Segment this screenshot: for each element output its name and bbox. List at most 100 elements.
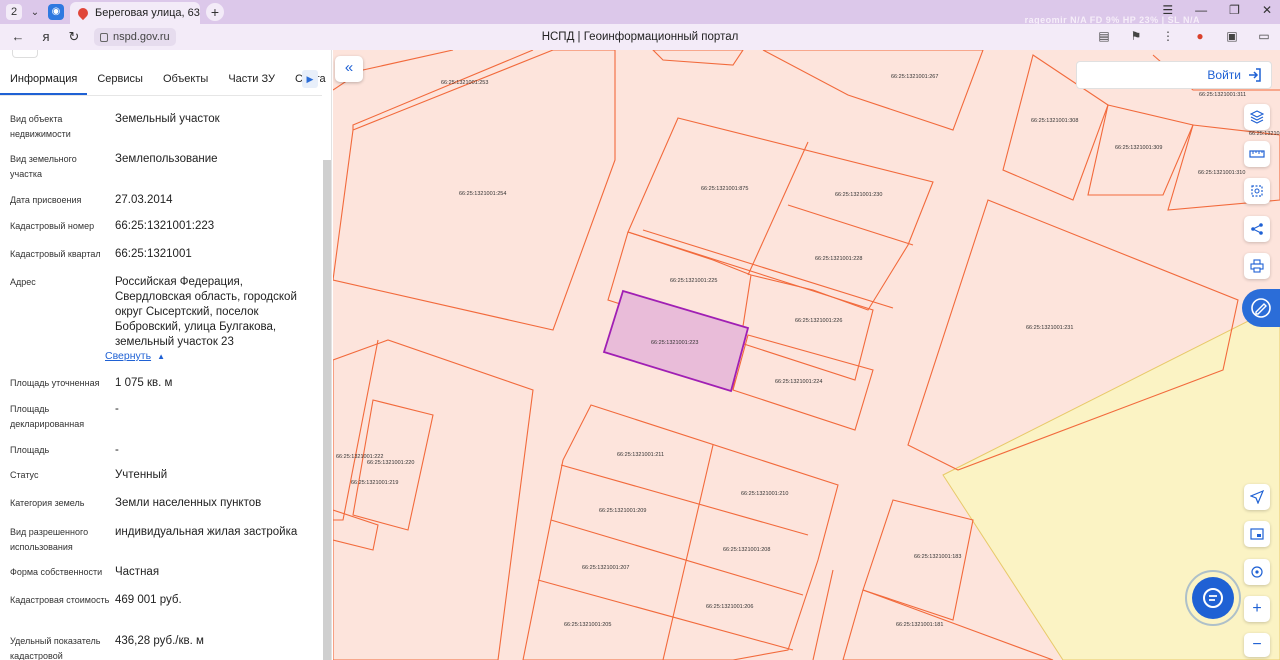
back-icon[interactable]: ← [8, 27, 28, 47]
sidebar-toggle-icon[interactable]: ▭ [1256, 28, 1272, 44]
field-label: Форма собственности [10, 567, 103, 577]
parcel-layer[interactable]: 66:25:1321001:253 66:25:1321001:267 66:2… [333, 50, 1280, 660]
url-text: nspd.gov.ru [113, 31, 170, 43]
parcel-outline[interactable] [662, 444, 714, 660]
close-icon[interactable]: ✕ [1262, 3, 1272, 17]
yandex-icon[interactable]: я [36, 27, 56, 47]
select-area-icon [1251, 185, 1263, 197]
menu-icon[interactable]: ☰ [1162, 3, 1173, 17]
parcel-outline[interactable] [352, 50, 534, 130]
chat-icon [1203, 588, 1223, 608]
minimap-button[interactable] [1244, 521, 1270, 547]
parcel-outline[interactable] [333, 50, 616, 331]
parcel-label: 66:25:1321001:309 [1115, 145, 1162, 151]
panel-tabs: Информация Сервисы Объекты Части ЗУ Сост… [0, 64, 326, 96]
draw-tool-button[interactable] [1242, 289, 1280, 327]
parcel-label: 66:25:1321001:230 [835, 192, 882, 198]
parcel-label: 66:25:1321001:208 [723, 547, 770, 553]
field-label: Вид объекта недвижимости [10, 114, 71, 139]
yandex-tab-icon[interactable]: ◉ [48, 4, 64, 20]
collapse-link-label: Свернуть [105, 350, 152, 362]
parcel-outline[interactable] [550, 519, 804, 596]
new-tab-button[interactable]: + [206, 3, 224, 21]
collapse-panel-button[interactable]: « [335, 56, 363, 82]
page-title: НСПД | Геоинформационный портал [541, 31, 739, 43]
chat-bubble [1192, 577, 1234, 619]
parcel-outline[interactable] [787, 204, 914, 246]
zoom-out-button[interactable]: − [1244, 633, 1270, 657]
reload-icon[interactable]: ↻ [64, 27, 84, 47]
bookmark-icon[interactable]: ⚑ [1128, 28, 1144, 44]
browser-tab-active[interactable]: Береговая улица, 63 — Я [70, 2, 200, 24]
address-bar-actions: ▤ ⚑ ⋮ ● ▣ ▭ [1096, 28, 1272, 44]
parcel-label: 66:25:1321001:220 [367, 460, 414, 466]
parcel-outline[interactable] [812, 569, 834, 660]
field-label: Адрес [10, 277, 36, 287]
tabs-scroll-right-icon[interactable]: ▶ [302, 70, 318, 88]
minus-icon: − [1252, 636, 1262, 653]
parcel-outline[interactable] [560, 464, 809, 536]
field-label: Вид разрешенного использования [10, 527, 89, 552]
navigation-arrow-icon [1250, 490, 1264, 504]
share-icon [1251, 223, 1263, 235]
minimize-icon[interactable]: — [1195, 3, 1207, 17]
field-label: Статус [10, 470, 39, 480]
parcel-label: 66:25:1321001:311 [1199, 92, 1246, 98]
parcel-outline[interactable] [642, 229, 894, 309]
collapse-address-link[interactable]: Свернуть ▲ [105, 350, 165, 362]
measure-button[interactable] [1244, 141, 1270, 167]
print-button[interactable] [1244, 253, 1270, 279]
panel-handle[interactable] [12, 50, 38, 58]
search-location-button[interactable] [1244, 559, 1270, 585]
parcel-label: 66:25:1321001:308 [1031, 118, 1078, 124]
chat-button[interactable] [1185, 570, 1241, 626]
map-pin-icon [75, 5, 91, 21]
extension-icon[interactable]: ● [1192, 28, 1208, 44]
more-menu-icon[interactable]: ⋮ [1160, 28, 1176, 44]
field-label: Площадь уточненная [10, 378, 100, 388]
tab-info[interactable]: Информация [0, 64, 88, 95]
parcel-outline[interactable] [862, 499, 974, 621]
tab-parts[interactable]: Части ЗУ [218, 64, 285, 95]
chevron-down-icon[interactable]: ⌄ [28, 7, 42, 18]
parcel-outline[interactable] [652, 50, 744, 66]
cadastral-map[interactable]: 66:25:1321001:253 66:25:1321001:267 66:2… [333, 50, 1280, 660]
field-value: 27.03.2014 [115, 194, 173, 206]
printer-icon [1250, 259, 1264, 273]
geolocate-button[interactable] [1244, 484, 1270, 510]
login-button[interactable]: Войти [1076, 61, 1272, 89]
field-value: 1 075 кв. м [115, 377, 173, 389]
parcel-outline[interactable] [842, 589, 1054, 660]
parcel-label: 66:25:1321001:209 [599, 508, 646, 514]
parcel-outline[interactable] [762, 50, 984, 131]
parcel-label: 66:25:1321001:253 [441, 80, 488, 86]
reader-mode-icon[interactable]: ▤ [1096, 28, 1112, 44]
field-label: Кадастровая стоимость [10, 595, 110, 605]
parcel-outline[interactable] [333, 339, 379, 521]
share-button[interactable] [1244, 216, 1270, 242]
field-value: Учтенный [115, 469, 168, 481]
tab-count-badge[interactable]: 2 [6, 4, 22, 20]
field-label: Кадастровый номер [10, 221, 95, 231]
tab-services[interactable]: Сервисы [87, 64, 153, 95]
field-label: Вид земельного участка [10, 154, 77, 179]
panel-scrollbar[interactable] [323, 160, 331, 660]
select-area-button[interactable] [1244, 178, 1270, 204]
login-icon [1249, 68, 1261, 82]
field-value: Российская Федерация, Свердловская облас… [115, 276, 297, 348]
parcel-label: 66:25:1321001:206 [706, 604, 753, 610]
restore-icon[interactable]: ❐ [1229, 3, 1240, 17]
downloads-icon[interactable]: ▣ [1224, 28, 1240, 44]
parcel-outline[interactable] [333, 339, 534, 660]
tab-objects[interactable]: Объекты [153, 64, 218, 95]
layers-button[interactable] [1244, 104, 1270, 130]
field-value: Земельный участок [115, 113, 220, 125]
parcel-label: 66:25:1321001:211 [617, 452, 664, 458]
parcel-outline[interactable] [537, 579, 794, 651]
parcel-label: 66:25:1321001:223 [651, 340, 698, 346]
field-value: Частная [115, 566, 160, 578]
zoom-in-button[interactable]: + [1244, 596, 1270, 622]
url-field[interactable]: nspd.gov.ru [94, 28, 176, 46]
field-value: 436,28 руб./кв. м [115, 635, 204, 647]
parcel-label: 66:25:1321001:224 [775, 379, 822, 385]
